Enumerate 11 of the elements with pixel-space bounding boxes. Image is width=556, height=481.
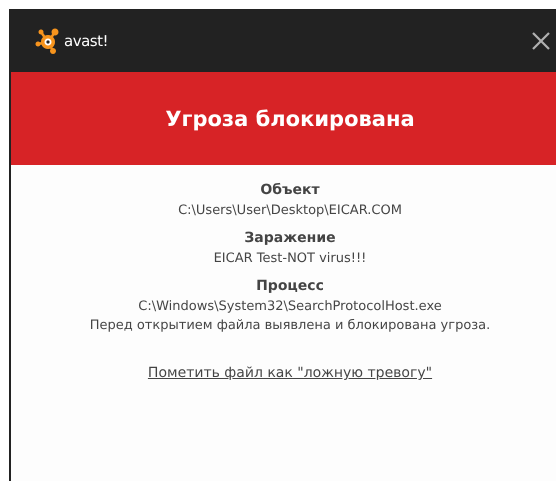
alert-title: Угроза блокирована [165, 106, 415, 130]
message-text: Перед открытием файла выявлена и блокирована угроза. [90, 318, 490, 333]
detail-value: C:\Users\User\Desktop\EICAR.COM [178, 203, 402, 218]
detail-label: Процесс [256, 278, 324, 294]
detail-value: C:\Windows\System32\SearchProtocolHost.exe [138, 299, 442, 314]
detail-label: Объект [260, 182, 320, 198]
logo-text: avast! [64, 32, 108, 50]
false-alarm-link[interactable]: Пометить файл как "ложную тревогу" [148, 365, 432, 381]
detail-value: EICAR Test-NOT virus!!! [214, 251, 366, 266]
close-icon[interactable] [531, 30, 551, 50]
detail-label: Заражение [244, 230, 336, 246]
